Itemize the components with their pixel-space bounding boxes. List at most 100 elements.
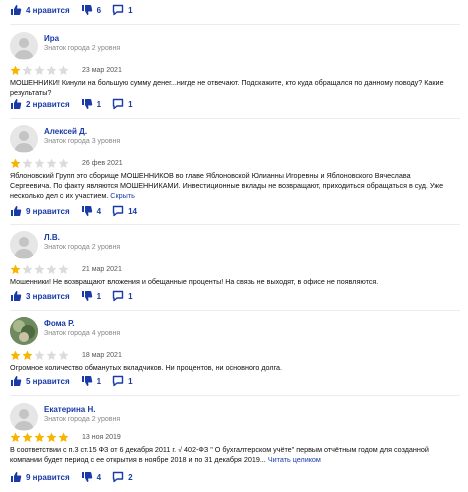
dislike-count: 6 [96,5,102,15]
review-actions: 3 нравится 1 1 [10,289,144,303]
avatar[interactable] [10,317,38,345]
thumbs-up-icon [10,471,22,483]
comment-icon [112,290,124,302]
dislike-button[interactable]: 4 [81,205,101,217]
like-button[interactable]: 9 нравится [10,471,70,483]
like-count: 4 нравится [26,5,70,15]
review-date: 13 ноя 2019 [82,433,121,441]
review-actions: 9 нравится 4 14 [10,204,148,218]
review-date: 23 мар 2021 [82,66,122,74]
dislike-count: 4 [96,472,102,482]
comment-count: 14 [128,206,137,216]
comment-button[interactable]: 1 [112,4,133,16]
like-button[interactable]: 4 нравится [10,4,70,16]
star-icon [34,65,45,76]
review-actions: 9 нравится 4 2 [10,470,144,484]
author-name[interactable]: Ира [44,34,120,44]
star-icon [22,432,33,443]
review-card: Ира Знаток города 2 уровня 23 мар 2021 М… [10,32,460,98]
avatar[interactable] [10,32,38,60]
star-icon [58,264,69,275]
comment-count: 1 [128,99,133,109]
review-date: 21 мар 2021 [82,265,122,273]
author-name[interactable]: Л.В. [44,233,120,243]
author-name[interactable]: Алексей Д. [44,127,120,137]
review-date: 26 фев 2021 [82,159,123,167]
dislike-button[interactable]: 1 [81,290,101,302]
thumbs-down-icon [81,4,93,16]
dislike-button[interactable]: 6 [81,4,101,16]
comment-icon [112,98,124,110]
comment-count: 2 [128,472,133,482]
like-count: 9 нравится [26,206,70,216]
star-icon [34,158,45,169]
review-text: Огромное количество обманутых вкладчиков… [10,363,283,372]
avatar[interactable] [10,403,38,431]
review-card: Алексей Д. Знаток города 3 уровня 26 фев… [10,125,460,201]
like-count: 9 нравится [26,472,70,482]
divider [10,310,460,311]
comment-icon [112,205,124,217]
comment-icon [112,471,124,483]
read-more-link[interactable]: Читать целиком [268,455,321,464]
comment-button[interactable]: 2 [112,471,133,483]
star-icon [10,264,21,275]
star-icon [58,350,69,361]
thumbs-up-icon [10,375,22,387]
divider [10,118,460,119]
divider [10,224,460,225]
author-name[interactable]: Екатерина Н. [44,405,120,415]
star-icon [10,350,21,361]
star-icon [46,432,57,443]
review-actions: 2 нравится 1 1 [10,97,144,111]
review-card: Фома Р. Знаток города 4 уровня 18 мар 20… [10,317,460,373]
divider [10,24,460,25]
star-icon [46,65,57,76]
star-rating [10,264,70,275]
star-rating [10,158,70,169]
like-button[interactable]: 9 нравится [10,205,70,217]
thumbs-down-icon [81,290,93,302]
star-icon [34,264,45,275]
review-text: Яблоновский Групп это сборище МОШЕННИКОВ… [10,171,444,200]
avatar[interactable] [10,125,38,153]
avatar[interactable] [10,231,38,259]
thumbs-down-icon [81,98,93,110]
star-icon [58,432,69,443]
dislike-button[interactable]: 4 [81,471,101,483]
dislike-button[interactable]: 1 [81,98,101,110]
like-button[interactable]: 5 нравится [10,375,70,387]
star-icon [22,264,33,275]
comment-icon [112,4,124,16]
comment-count: 1 [128,5,133,15]
review-text: МОШЕННИКИ! Кинули на большую сумму денег… [10,78,444,97]
star-icon [46,264,57,275]
star-icon [34,350,45,361]
dislike-button[interactable]: 1 [81,375,101,387]
review-date: 18 мар 2021 [82,351,122,359]
like-button[interactable]: 3 нравится [10,290,70,302]
author-rank: Знаток города 3 уровня [44,138,121,145]
thumbs-down-icon [81,375,93,387]
thumbs-up-icon [10,98,22,110]
star-icon [22,350,33,361]
comment-button[interactable]: 1 [112,375,133,387]
comment-button[interactable]: 1 [112,290,133,302]
top-actions: 4 нравится 6 1 [10,3,144,17]
like-button[interactable]: 2 нравится [10,98,70,110]
comment-button[interactable]: 14 [112,205,137,217]
star-icon [46,350,57,361]
like-count: 3 нравится [26,291,70,301]
comment-count: 1 [128,376,133,386]
author-name[interactable]: Фома Р. [44,319,120,329]
thumbs-down-icon [81,205,93,217]
dislike-count: 1 [96,376,102,386]
collapse-link[interactable]: Скрыть [110,191,135,200]
star-icon [58,65,69,76]
review-card: Екатерина Н. Знаток города 2 уровня 13 н… [10,403,460,465]
author-rank: Знаток города 2 уровня [44,416,121,423]
dislike-count: 1 [96,99,102,109]
star-icon [22,65,33,76]
comment-button[interactable]: 1 [112,98,133,110]
thumbs-up-icon [10,205,22,217]
